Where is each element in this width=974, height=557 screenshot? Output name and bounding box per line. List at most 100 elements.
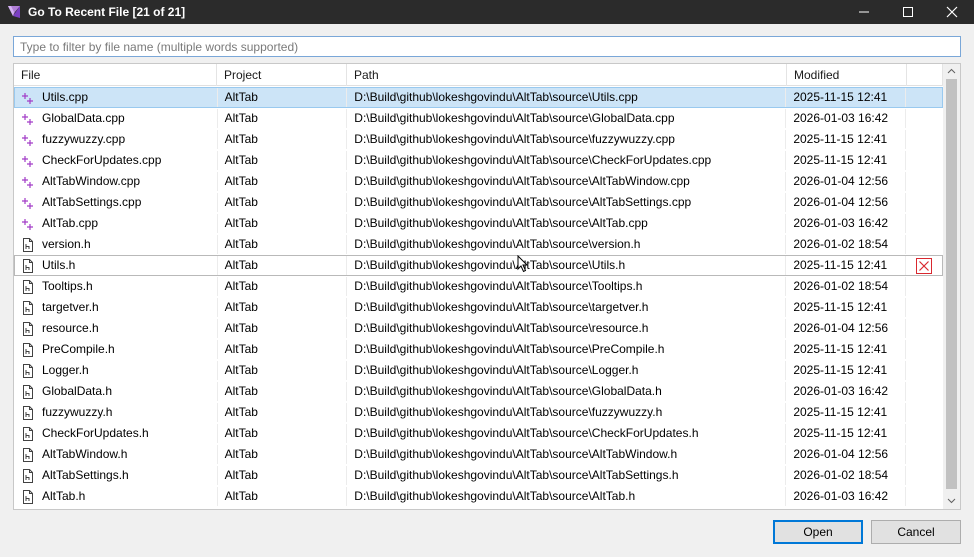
path-cell: D:\Build\github\lokeshgovindu\AltTab\sou…	[347, 403, 787, 422]
project-cell: AltTab	[218, 382, 348, 401]
title-bar[interactable]: Go To Recent File [21 of 21]	[0, 0, 974, 24]
path-cell: D:\Build\github\lokeshgovindu\AltTab\sou…	[347, 466, 787, 485]
action-cell	[906, 277, 942, 296]
file-row[interactable]: fuzzywuzzy.cpp AltTab D:\Build\github\loke…	[14, 129, 943, 150]
modified-cell: 2025-11-15 12:41	[786, 403, 907, 422]
file-cell: AltTabSettings.cpp	[15, 193, 218, 212]
cpp-file-icon	[22, 176, 33, 188]
file-row[interactable]: GlobalData.cpp AltTab D:\Build\github\loke…	[14, 108, 943, 129]
minimize-button[interactable]	[842, 0, 886, 24]
path-cell: D:\Build\github\lokeshgovindu\AltTab\sou…	[347, 235, 787, 254]
file-row[interactable]: Tooltips.h AltTab D:\Build\github\lokeshgo…	[14, 276, 943, 297]
file-row[interactable]: PreCompile.h AltTab D:\Build\github\lokesh…	[14, 339, 943, 360]
project-cell: AltTab	[218, 172, 348, 191]
project-cell: AltTab	[218, 445, 348, 464]
project-cell: AltTab	[218, 298, 348, 317]
header-file-icon	[23, 426, 33, 441]
header-file-icon	[23, 489, 33, 504]
file-row[interactable]: Utils.h AltTab D:\Build\github\lokeshgovin…	[14, 255, 943, 276]
file-cell: version.h	[15, 235, 218, 254]
project-cell: AltTab	[218, 88, 348, 107]
file-row[interactable]: Utils.cpp AltTab D:\Build\github\lokeshgov…	[14, 87, 943, 108]
action-cell	[906, 319, 942, 338]
header-file-icon	[23, 384, 33, 399]
action-cell	[906, 403, 942, 422]
maximize-button[interactable]	[886, 0, 930, 24]
path-cell: D:\Build\github\lokeshgovindu\AltTab\sou…	[347, 172, 787, 191]
open-button[interactable]: Open	[773, 520, 863, 544]
file-cell: PreCompile.h	[15, 340, 218, 359]
file-cell: targetver.h	[15, 298, 218, 317]
scroll-down-arrow-icon[interactable]	[947, 496, 956, 505]
file-row[interactable]: CheckForUpdates.cpp AltTab D:\Build\github…	[14, 150, 943, 171]
file-cell: AltTab.h	[15, 487, 218, 506]
modified-cell: 2026-01-02 18:54	[786, 466, 907, 485]
file-row[interactable]: fuzzywuzzy.h AltTab D:\Build\github\lokesh…	[14, 402, 943, 423]
path-cell: D:\Build\github\lokeshgovindu\AltTab\sou…	[347, 88, 787, 107]
action-cell	[906, 109, 942, 128]
column-header-actions	[907, 64, 943, 86]
path-cell: D:\Build\github\lokeshgovindu\AltTab\sou…	[347, 193, 787, 212]
column-header-project[interactable]: Project	[217, 64, 347, 86]
file-name: resource.h	[42, 321, 99, 335]
cpp-file-icon	[22, 113, 33, 125]
column-header-path[interactable]: Path	[347, 64, 787, 86]
file-name: AltTab.h	[42, 489, 86, 503]
path-cell: D:\Build\github\lokeshgovindu\AltTab\sou…	[347, 277, 787, 296]
file-row[interactable]: targetver.h AltTab D:\Build\github\lokeshg…	[14, 297, 943, 318]
recent-files-grid[interactable]: File Project Path Modified Utils.cpp AltT…	[13, 63, 961, 510]
file-name: Tooltips.h	[42, 279, 93, 293]
path-cell: D:\Build\github\lokeshgovindu\AltTab\sou…	[347, 256, 787, 275]
header-file-icon	[23, 258, 33, 273]
filter-input[interactable]	[13, 36, 961, 57]
file-name: CheckForUpdates.cpp	[42, 153, 162, 167]
minimize-icon	[859, 11, 869, 13]
visual-studio-logo-icon	[8, 6, 20, 18]
file-name: AltTabWindow.h	[42, 447, 128, 461]
remove-from-list-icon[interactable]	[916, 257, 933, 274]
file-row[interactable]: AltTabWindow.cpp AltTab D:\Build\github\lo…	[14, 171, 943, 192]
file-cell: AltTabWindow.cpp	[15, 172, 218, 191]
file-cell: CheckForUpdates.cpp	[15, 151, 218, 170]
file-row[interactable]: CheckForUpdates.h AltTab D:\Build\github\l…	[14, 423, 943, 444]
file-row[interactable]: version.h AltTab D:\Build\github\lokeshgov…	[14, 234, 943, 255]
column-header-modified[interactable]: Modified	[787, 64, 907, 86]
vertical-scrollbar[interactable]	[943, 64, 960, 509]
action-cell	[906, 214, 942, 233]
file-row[interactable]: AltTab.h AltTab D:\Build\github\lokeshgovi…	[14, 486, 943, 507]
file-row[interactable]: Logger.h AltTab D:\Build\github\lokeshgovi…	[14, 360, 943, 381]
action-cell	[906, 466, 942, 485]
file-row[interactable]: GlobalData.h AltTab D:\Build\github\lokesh…	[14, 381, 943, 402]
modified-cell: 2026-01-03 16:42	[786, 214, 907, 233]
file-row[interactable]: AltTabWindow.h AltTab D:\Build\github\loke…	[14, 444, 943, 465]
action-cell	[906, 382, 942, 401]
project-cell: AltTab	[218, 109, 348, 128]
column-header-file[interactable]: File	[14, 64, 217, 86]
project-cell: AltTab	[218, 403, 348, 422]
project-cell: AltTab	[218, 277, 348, 296]
scroll-up-arrow-icon[interactable]	[947, 67, 956, 76]
action-cell	[906, 88, 942, 107]
file-name: Utils.cpp	[42, 90, 89, 104]
file-row[interactable]: AltTabSettings.h AltTab D:\Build\github\lo…	[14, 465, 943, 486]
path-cell: D:\Build\github\lokeshgovindu\AltTab\sou…	[347, 214, 787, 233]
path-cell: D:\Build\github\lokeshgovindu\AltTab\sou…	[347, 130, 787, 149]
file-row[interactable]: resource.h AltTab D:\Build\github\lokeshgo…	[14, 318, 943, 339]
file-name: fuzzywuzzy.cpp	[42, 132, 126, 146]
scrollbar-thumb[interactable]	[946, 79, 957, 489]
close-button[interactable]	[930, 0, 974, 24]
header-file-icon	[23, 363, 33, 378]
file-name: Utils.h	[42, 258, 76, 272]
path-cell: D:\Build\github\lokeshgovindu\AltTab\sou…	[347, 319, 787, 338]
file-cell: Tooltips.h	[15, 277, 218, 296]
modified-cell: 2026-01-03 16:42	[786, 382, 907, 401]
modified-cell: 2026-01-04 12:56	[786, 445, 907, 464]
path-cell: D:\Build\github\lokeshgovindu\AltTab\sou…	[347, 424, 787, 443]
file-row[interactable]: AltTab.cpp AltTab D:\Build\github\lokeshgo…	[14, 213, 943, 234]
file-cell: Utils.h	[15, 256, 218, 275]
file-cell: GlobalData.h	[15, 382, 218, 401]
file-row[interactable]: AltTabSettings.cpp AltTab D:\Build\github\…	[14, 192, 943, 213]
action-cell	[906, 445, 942, 464]
cancel-button[interactable]: Cancel	[871, 520, 961, 544]
path-cell: D:\Build\github\lokeshgovindu\AltTab\sou…	[347, 361, 787, 380]
